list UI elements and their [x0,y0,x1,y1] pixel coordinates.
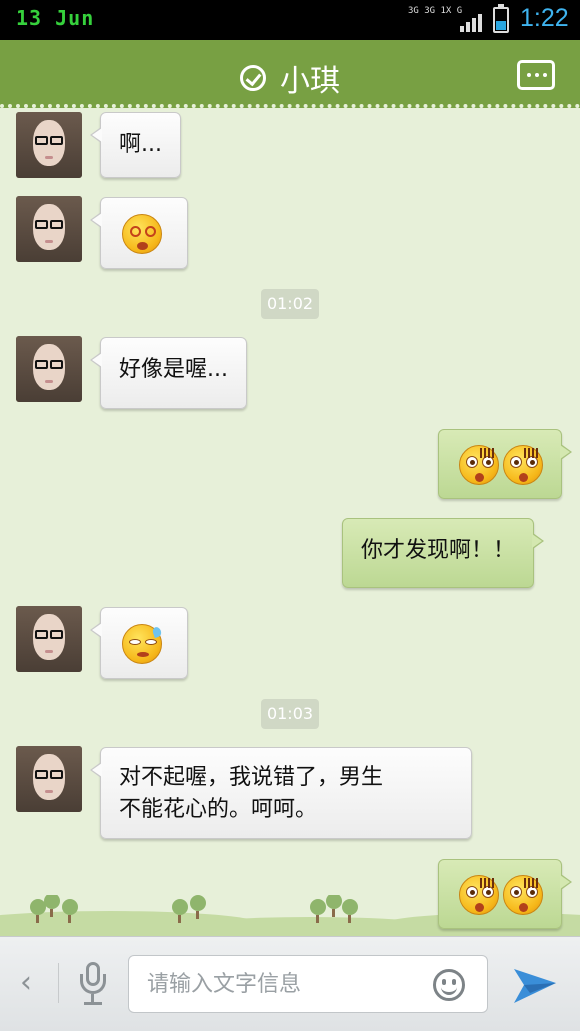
contact-avatar[interactable] [16,112,82,178]
outgoing-message[interactable] [438,429,572,499]
status-date: 13 Jun [16,6,95,30]
divider [58,963,59,1003]
status-bar: 13 Jun 3G 3G 1X G 1:22 [0,0,580,40]
contact-avatar[interactable] [16,746,82,812]
shocked-face-emoji [503,875,543,915]
send-arrow-icon[interactable] [512,963,558,1007]
contact-avatar[interactable] [16,336,82,402]
network-indicator: 3G 3G 1X G [408,6,463,16]
battery-icon [493,4,509,33]
input-bar: ‹ [0,936,580,1031]
shocked-face-emoji [459,445,499,485]
more-dots-icon[interactable] [517,60,555,90]
chevron-left-icon[interactable]: ‹ [20,965,32,1000]
incoming-message[interactable]: 啊... [90,112,181,178]
signal-icon [460,12,486,32]
chat-header: 小琪 [0,40,580,108]
contact-name[interactable]: 小琪 [280,64,340,99]
incoming-message[interactable]: 好像是喔... [90,337,247,409]
shocked-face-emoji [503,445,543,485]
contact-avatar[interactable] [16,606,82,672]
message-text: 好像是喔... [119,357,228,382]
outgoing-message[interactable] [438,859,572,929]
outgoing-message[interactable]: 你才发现啊！！ [342,518,545,588]
smiley-icon[interactable] [433,969,465,1001]
message-list[interactable]: 啊... 01:02 好像是喔... 你才发现啊！！ 01:03 对不起喔，我说… [0,108,580,936]
message-text: 啊... [119,132,162,157]
contact-avatar[interactable] [16,196,82,262]
header-title-group: 小琪 [0,56,580,100]
message-timestamp: 01:02 [261,289,319,319]
status-time: 1:22 [520,4,569,32]
message-text: 你才发现啊！！ [361,538,516,563]
dizzy-face-emoji [122,214,162,254]
message-text-line: 不能花心的。呵呵。 [119,797,318,822]
sweat-face-emoji [122,624,163,664]
check-circle-icon [240,65,266,91]
microphone-icon[interactable] [78,962,108,1006]
message-timestamp: 01:03 [261,699,319,729]
incoming-message[interactable] [90,197,188,269]
message-text-line: 对不起喔，我说错了，男生 [119,765,384,790]
shocked-face-emoji [459,875,499,915]
incoming-message[interactable] [90,607,188,679]
incoming-message[interactable]: 对不起喔，我说错了，男生 不能花心的。呵呵。 [90,747,472,839]
